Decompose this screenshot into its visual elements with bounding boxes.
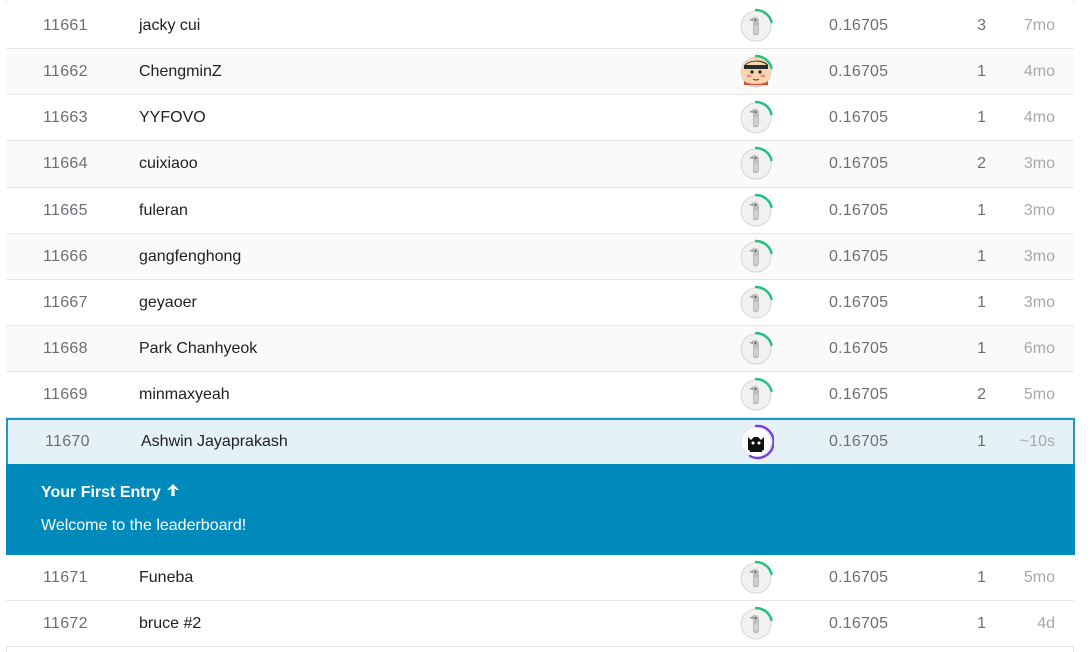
- last-submission-cell: 4mo: [1023, 108, 1055, 126]
- team-name-link[interactable]: jacky cui: [139, 3, 699, 48]
- team-name-link[interactable]: gangfenghong: [139, 234, 699, 279]
- leaderboard-row[interactable]: 11662 ChengminZ 0.16705 1 4mo: [6, 49, 1074, 95]
- default-goose-avatar[interactable]: [738, 146, 774, 182]
- last-submission-cell: 6mo: [1023, 339, 1055, 357]
- default-goose-avatar[interactable]: [738, 606, 774, 642]
- entries-cell: 3: [977, 16, 986, 34]
- last-submission-cell: 3mo: [1023, 247, 1055, 265]
- score-cell: 0.16705: [829, 16, 889, 34]
- rank-cell: 11667: [43, 293, 88, 311]
- rank-cell: 11665: [43, 201, 88, 219]
- default-goose-avatar[interactable]: [738, 239, 774, 275]
- entries-cell: 1: [977, 433, 986, 450]
- entries-cell: 1: [977, 108, 986, 126]
- score-cell: 0.16705: [829, 201, 889, 219]
- leaderboard-row[interactable]: 11665 fuleran 0.16705 1 3mo: [6, 188, 1074, 234]
- banner-title: Your First Entry: [41, 483, 180, 502]
- banner-message: Welcome to the leaderboard!: [41, 517, 247, 534]
- team-name-link[interactable]: ChengminZ: [139, 49, 699, 94]
- last-submission-cell: 4d: [1037, 614, 1055, 632]
- leaderboard-row[interactable]: 11661 jacky cui 0.16705 3 7mo: [6, 3, 1074, 49]
- entries-cell: 1: [977, 247, 986, 265]
- leaderboard-row[interactable]: 11663 YYFOVO 0.16705 1 4mo: [6, 95, 1074, 141]
- team-name-link[interactable]: cuixiaoo: [139, 141, 699, 187]
- default-goose-avatar[interactable]: [738, 331, 774, 367]
- rank-cell: 11663: [43, 108, 88, 126]
- team-name-link[interactable]: fuleran: [139, 188, 699, 233]
- entries-cell: 1: [977, 293, 986, 311]
- leaderboard: 11661 jacky cui 0.16705 3 7mo 11662 Chen…: [0, 0, 1090, 652]
- last-submission-cell: 3mo: [1023, 293, 1055, 311]
- last-submission-cell: 4mo: [1023, 62, 1055, 80]
- black-cat-avatar[interactable]: [738, 424, 774, 460]
- rank-cell: 11671: [43, 568, 88, 586]
- leaderboard-row[interactable]: 11666 gangfenghong 0.16705 1 3mo: [6, 234, 1074, 280]
- score-cell: 0.16705: [829, 293, 889, 311]
- entries-cell: 1: [977, 62, 986, 80]
- leaderboard-row[interactable]: 11669 minmaxyeah 0.16705 2 5mo: [6, 372, 1074, 418]
- team-name-link[interactable]: geyaoer: [139, 280, 699, 325]
- score-cell: 0.16705: [829, 614, 889, 632]
- entries-cell: 1: [977, 568, 986, 586]
- last-submission-cell: 5mo: [1023, 385, 1055, 403]
- team-name-link[interactable]: Ashwin Jayaprakash: [141, 420, 701, 464]
- entries-cell: 1: [977, 614, 986, 632]
- my-entry-row[interactable]: 11670 Ashwin Jayaprakash 0.16705 1 ~10s: [6, 418, 1075, 464]
- last-submission-cell: 5mo: [1023, 568, 1055, 586]
- rank-cell: 11666: [43, 247, 88, 265]
- score-cell: 0.16705: [829, 247, 889, 265]
- default-goose-avatar[interactable]: [738, 8, 774, 44]
- team-name-link[interactable]: Park Chanhyeok: [139, 326, 699, 371]
- entries-cell: 1: [977, 339, 986, 357]
- last-submission-cell: ~10s: [1019, 433, 1055, 450]
- team-name-link[interactable]: Funeba: [139, 555, 699, 600]
- score-cell: 0.16705: [829, 385, 889, 403]
- score-cell: 0.16705: [829, 155, 889, 172]
- leaderboard-row[interactable]: 11667 geyaoer 0.16705 1 3mo: [6, 280, 1074, 326]
- rank-cell: 11672: [43, 614, 88, 632]
- score-cell: 0.16705: [829, 108, 889, 126]
- entries-cell: 1: [977, 201, 986, 219]
- last-submission-cell: 3mo: [1023, 201, 1055, 219]
- rank-cell: 11668: [43, 339, 88, 357]
- rank-cell: 11670: [45, 433, 90, 450]
- leaderboard-row[interactable]: 11671 Funeba 0.16705 1 5mo: [6, 555, 1074, 601]
- score-cell: 0.16705: [829, 339, 889, 357]
- banner-title-text: Your First Entry: [41, 483, 161, 501]
- leaderboard-row[interactable]: 11672 bruce #2 0.16705 1 4d: [6, 601, 1074, 647]
- score-cell: 0.16705: [829, 62, 889, 80]
- entries-cell: 2: [977, 155, 986, 172]
- score-cell: 0.16705: [829, 568, 889, 586]
- default-goose-avatar[interactable]: [738, 560, 774, 596]
- first-entry-banner: Your First Entry Welcome to the leaderbo…: [6, 464, 1075, 555]
- team-name-link[interactable]: YYFOVO: [139, 95, 699, 140]
- score-cell: 0.16705: [829, 433, 889, 450]
- team-name-link[interactable]: minmaxyeah: [139, 372, 699, 417]
- last-submission-cell: 7mo: [1023, 16, 1055, 34]
- leaderboard-row[interactable]: 11664 cuixiaoo 0.16705 2 3mo: [6, 141, 1074, 188]
- rank-cell: 11662: [43, 62, 88, 80]
- rank-cell: 11669: [43, 385, 88, 403]
- default-goose-avatar[interactable]: [738, 100, 774, 136]
- default-goose-avatar[interactable]: [738, 193, 774, 229]
- arrow-up-icon: [166, 483, 180, 502]
- leaderboard-row[interactable]: 11668 Park Chanhyeok 0.16705 1 6mo: [6, 326, 1074, 372]
- default-goose-avatar[interactable]: [738, 285, 774, 321]
- entries-cell: 2: [977, 385, 986, 403]
- default-goose-avatar[interactable]: [738, 377, 774, 413]
- last-submission-cell: 3mo: [1023, 155, 1055, 172]
- rank-cell: 11661: [43, 16, 88, 34]
- cartoon-boy-avatar[interactable]: [738, 54, 774, 90]
- team-name-link[interactable]: bruce #2: [139, 601, 699, 646]
- rank-cell: 11664: [43, 155, 88, 172]
